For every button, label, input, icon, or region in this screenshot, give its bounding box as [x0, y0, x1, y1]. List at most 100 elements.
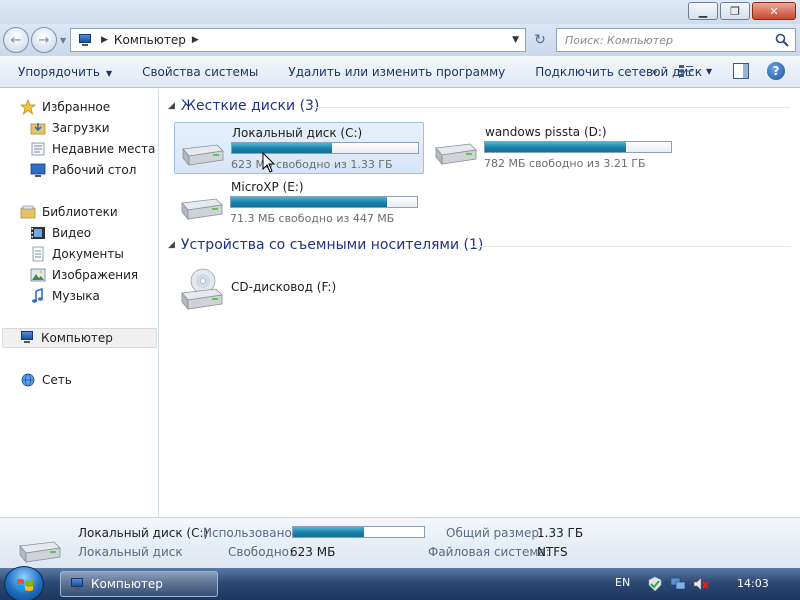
forward-button[interactable]: → [31, 27, 57, 53]
nav-network-label: Сеть [42, 373, 72, 387]
language-indicator[interactable]: EN [615, 576, 630, 589]
nav-music-label: Музыка [52, 289, 100, 303]
network-icon [20, 372, 36, 388]
clock[interactable]: 14:03 [737, 577, 769, 590]
nav-libraries[interactable]: Библиотеки [20, 202, 118, 222]
drive-f-cd[interactable]: CD-дисковод (F:) [174, 263, 424, 313]
drive-free-space: 623 МБ свободно из 1.33 ГБ [231, 158, 393, 171]
command-bar: Упорядочить ▼ Свойства системы Удалить ил… [0, 56, 800, 88]
start-button[interactable] [4, 566, 44, 600]
address-bar[interactable]: ▶ Компьютер ▶ ▼ [70, 28, 526, 52]
search-box[interactable] [556, 28, 796, 52]
nav-documents-label: Документы [52, 247, 124, 261]
group-divider [312, 107, 790, 108]
close-button[interactable]: ✕ [752, 2, 796, 20]
taskbar-computer-window[interactable]: Компьютер [60, 571, 218, 597]
nav-videos-label: Видео [52, 226, 92, 240]
title-bar: ▁ ❐ ✕ [0, 0, 800, 24]
nav-favorites[interactable]: Избранное [20, 97, 110, 117]
chevron-down-icon[interactable]: ▼ [706, 67, 712, 76]
details-used-label: Использовано: [203, 526, 296, 540]
nav-recent-places[interactable]: Недавние места [30, 139, 155, 159]
drive-name: Локальный диск (C:) [232, 126, 363, 140]
computer-icon [19, 330, 35, 346]
nav-downloads-label: Загрузки [52, 121, 110, 135]
help-button[interactable]: ? [767, 62, 785, 80]
drive-free-space: 782 МБ свободно из 3.21 ГБ [484, 157, 646, 170]
details-free-label: Свободно: [228, 545, 294, 559]
removable-group-header[interactable]: ◢ Устройства со съемными носителями (1) [168, 237, 483, 253]
navigation-pane: Избранное Загрузки Недавние места Рабочи… [0, 89, 159, 517]
nav-pictures-label: Изображения [52, 268, 139, 282]
network-status-icon[interactable] [670, 576, 686, 592]
details-drive-type: Локальный диск [78, 545, 183, 559]
content-area: ◢ Жесткие диски (3) Локальный диск (C:) … [160, 89, 800, 517]
search-icon[interactable] [775, 33, 789, 47]
nav-computer[interactable]: Компьютер [2, 328, 157, 348]
drive-usage-bar [230, 196, 418, 208]
drive-c[interactable]: Локальный диск (C:) 623 МБ свободно из 1… [174, 122, 424, 174]
downloads-folder-icon [30, 120, 46, 136]
nav-documents[interactable]: Документы [30, 244, 124, 264]
desktop-icon [30, 162, 46, 178]
star-icon [20, 99, 36, 115]
change-view-button[interactable]: ▼ [678, 64, 712, 78]
drive-name: wandows pissta (D:) [485, 125, 607, 139]
collapse-triangle-icon[interactable]: ◢ [168, 101, 175, 111]
chevron-down-icon: ▼ [105, 68, 113, 78]
preview-pane-button[interactable] [733, 63, 749, 79]
breadcrumb-chevron-icon[interactable]: ▶ [192, 35, 199, 45]
hard-drive-icon [19, 541, 61, 564]
drive-e[interactable]: MicroXP (E:) 71.3 МБ свободно из 447 МБ [174, 177, 424, 229]
minimize-button[interactable]: ▁ [688, 2, 718, 20]
drive-name: CD-дисковод (F:) [231, 280, 337, 294]
documents-icon [30, 246, 46, 262]
removable-group-label: Устройства со съемными носителями (1) [180, 237, 484, 253]
volume-muted-icon[interactable] [693, 576, 709, 592]
refresh-button[interactable]: ↻ [528, 28, 552, 52]
breadcrumb-computer[interactable]: Компьютер [114, 33, 186, 47]
breadcrumb-chevron-icon[interactable]: ▶ [101, 35, 108, 45]
system-properties-button[interactable]: Свойства системы [127, 65, 273, 79]
nav-desktop[interactable]: Рабочий стол [30, 160, 136, 180]
collapse-triangle-icon[interactable]: ◢ [168, 240, 175, 250]
video-icon [30, 225, 46, 241]
organize-button[interactable]: Упорядочить ▼ [0, 65, 127, 79]
more-commands-button[interactable]: » [651, 65, 658, 78]
drive-usage-bar [484, 141, 672, 153]
drive-d[interactable]: wandows pissta (D:) 782 МБ свободно из 3… [428, 122, 678, 174]
nav-network[interactable]: Сеть [20, 370, 72, 390]
recent-pages-dropdown[interactable]: ▼ [60, 36, 66, 45]
nav-downloads[interactable]: Загрузки [30, 118, 110, 138]
cd-drive-icon [181, 268, 223, 311]
pictures-icon [30, 267, 46, 283]
hard-drive-icon [435, 143, 477, 166]
details-free-value: 623 МБ [290, 545, 336, 559]
group-divider [472, 246, 790, 247]
nav-music[interactable]: Музыка [30, 286, 100, 306]
details-filesystem-label: Файловая система: [428, 545, 550, 559]
window-controls: ▁ ❐ ✕ [686, 2, 796, 20]
nav-computer-label: Компьютер [41, 331, 113, 345]
nav-pictures[interactable]: Изображения [30, 265, 138, 285]
hard-drive-icon [181, 198, 223, 221]
computer-icon [69, 577, 85, 591]
windows-logo-icon [17, 579, 33, 591]
nav-libraries-label: Библиотеки [42, 205, 118, 219]
back-button[interactable]: ← [3, 27, 29, 53]
details-total-label: Общий размер: [446, 526, 544, 540]
uninstall-program-button[interactable]: Удалить или изменить программу [273, 65, 520, 79]
drive-free-space: 71.3 МБ свободно из 447 МБ [230, 212, 395, 225]
address-dropdown-icon[interactable]: ▼ [512, 35, 519, 45]
taskbar-window-label: Компьютер [91, 577, 163, 591]
hard-disks-group-label: Жесткие диски (3) [180, 98, 320, 114]
hard-disks-group-header[interactable]: ◢ Жесткие диски (3) [168, 98, 319, 114]
nav-videos[interactable]: Видео [30, 223, 91, 243]
nav-favorites-label: Избранное [42, 100, 111, 114]
recent-places-icon [30, 141, 46, 157]
details-filesystem-value: NTFS [537, 545, 568, 559]
action-center-icon[interactable] [647, 576, 663, 592]
search-input[interactable] [557, 29, 767, 51]
details-pane: Локальный диск (C:) Локальный диск Испол… [0, 517, 800, 568]
maximize-button[interactable]: ❐ [720, 2, 750, 20]
